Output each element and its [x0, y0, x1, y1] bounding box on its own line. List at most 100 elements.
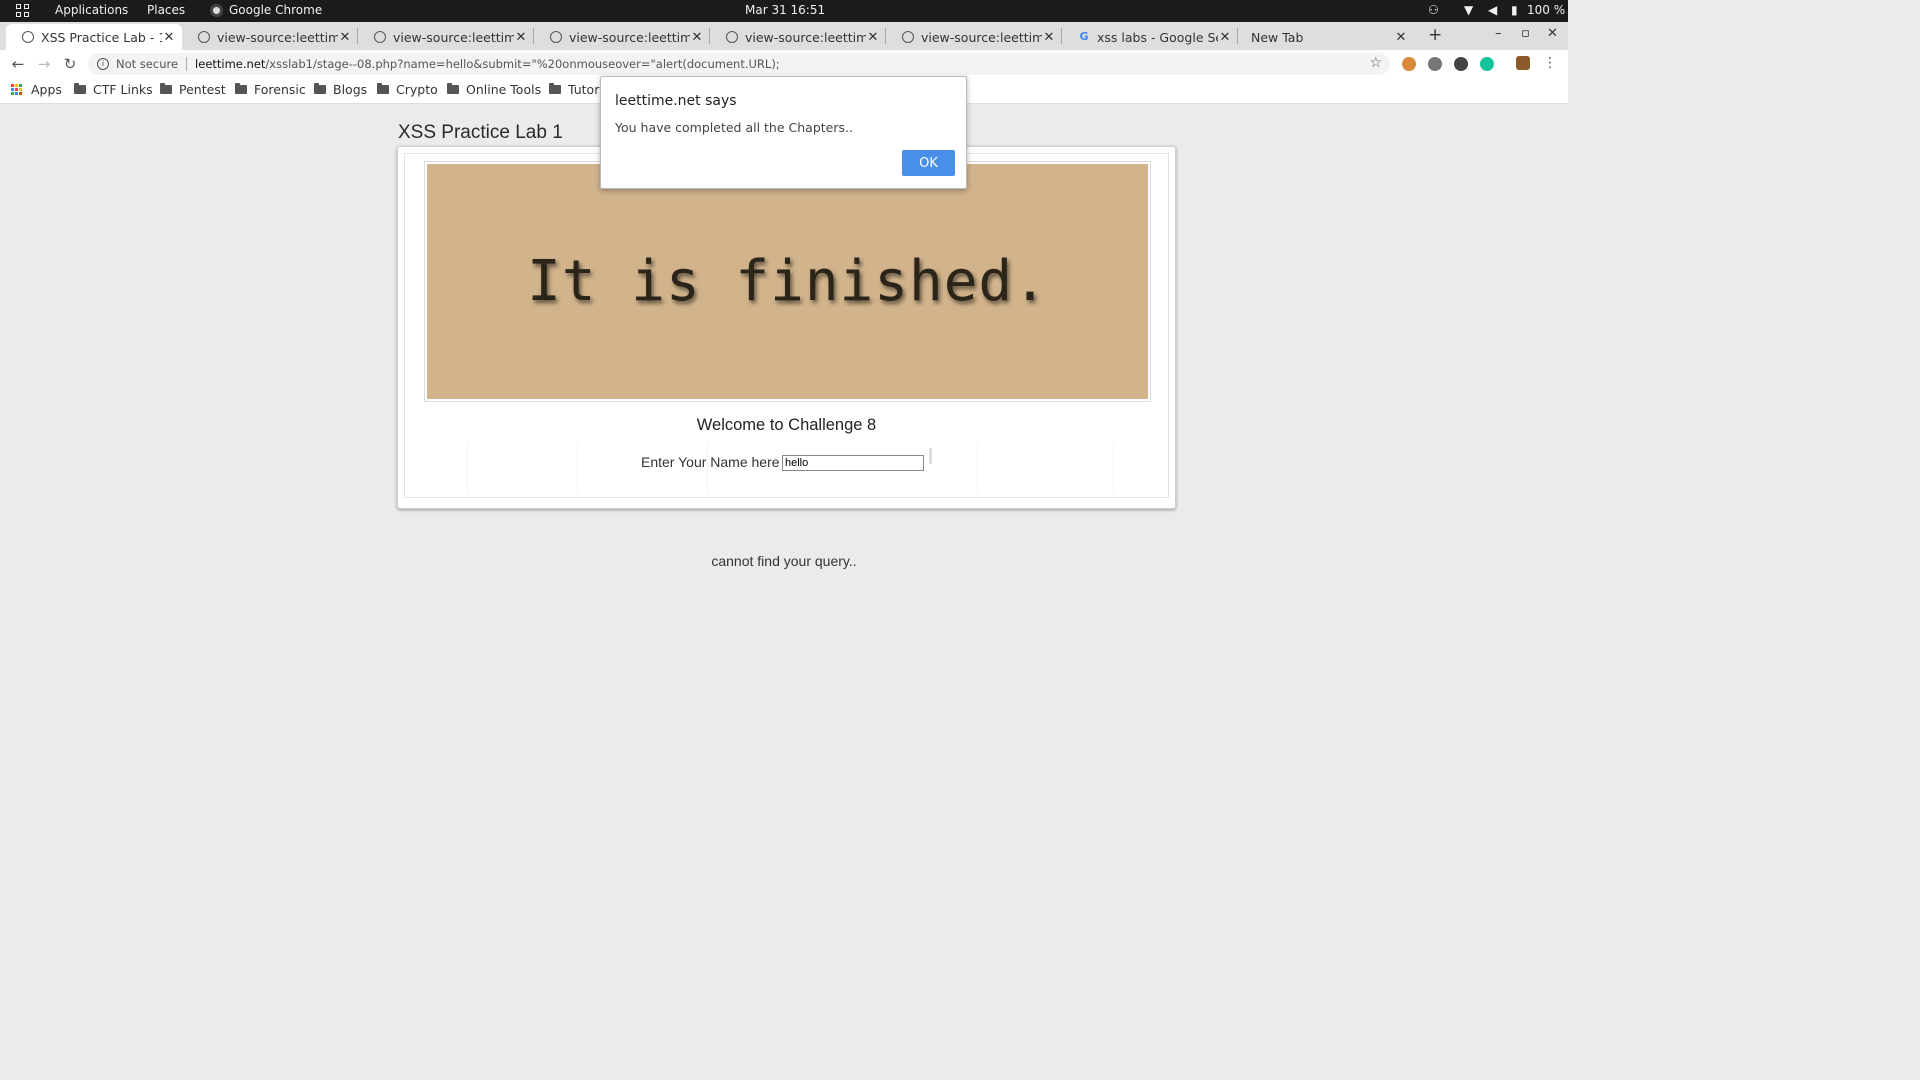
folder-icon: [314, 83, 326, 94]
system-top-bar: Applications Places Google Chrome Mar 31…: [0, 0, 1568, 22]
bookmark-tutorials[interactable]: Tutori: [549, 82, 603, 97]
bookmark-label: Crypto: [396, 82, 438, 97]
globe-icon: [550, 31, 562, 43]
folder-icon: [160, 83, 172, 94]
tab-xss-practice-lab[interactable]: XSS Practice Lab - 1 ✕: [6, 24, 182, 50]
tab-title: view-source:leettime.n: [217, 29, 338, 45]
bookmark-label: Pentest: [179, 82, 226, 97]
folder-icon: [447, 83, 459, 94]
places-menu[interactable]: Places: [147, 3, 185, 17]
bookmark-apps[interactable]: Apps: [11, 82, 62, 97]
wifi-icon[interactable]: ▼: [1464, 3, 1473, 17]
tab-view-source[interactable]: view-source:leettime.n ✕: [710, 24, 886, 50]
name-label: Enter Your Name here :: [641, 454, 788, 470]
close-icon[interactable]: ✕: [1042, 30, 1056, 45]
alert-dialog: leettime.net says You have completed all…: [600, 76, 967, 189]
bookmark-label: Blogs: [333, 82, 368, 97]
google-icon: G: [1079, 30, 1089, 43]
apps-grid-icon: [11, 83, 23, 96]
back-arrow-icon[interactable]: ←: [9, 55, 27, 73]
bookmark-blogs[interactable]: Blogs: [314, 82, 367, 97]
tab-title: view-source:leettime.n: [921, 29, 1042, 45]
close-icon[interactable]: ✕: [1394, 30, 1408, 45]
chrome-icon: [210, 4, 223, 17]
globe-icon: [198, 31, 210, 43]
new-tab-plus-icon[interactable]: +: [1428, 25, 1442, 45]
tab-view-source[interactable]: view-source:leettime.n ✕: [358, 24, 534, 50]
tab-google-search[interactable]: G xss labs - Google Sear ✕: [1062, 24, 1238, 50]
finished-banner: It is finished.: [424, 161, 1151, 402]
bookmark-ctf-links[interactable]: CTF Links: [74, 82, 153, 97]
close-icon[interactable]: ✕: [1218, 30, 1232, 45]
url-path: /xsslab1/stage--08.php?name=hello&submit…: [265, 57, 780, 71]
challenge-card: It is finished. Welcome to Challenge 8 E…: [397, 146, 1176, 509]
extension-icon[interactable]: [1454, 57, 1468, 71]
globe-icon: [726, 31, 738, 43]
query-result-message: cannot find your query..: [711, 553, 857, 569]
activities-grid-icon[interactable]: [16, 4, 31, 18]
bookmark-online-tools[interactable]: Online Tools: [447, 82, 541, 97]
battery-percent[interactable]: 100 %: [1527, 3, 1565, 17]
tab-view-source[interactable]: view-source:leettime.n ✕: [886, 24, 1062, 50]
tab-title: view-source:leettime.n: [569, 29, 690, 45]
close-icon[interactable]: ✕: [338, 30, 352, 45]
users-icon[interactable]: ⚇: [1428, 3, 1439, 17]
globe-icon: [374, 31, 386, 43]
card-inner: It is finished. Welcome to Challenge 8 E…: [404, 153, 1169, 498]
window-close-icon[interactable]: ✕: [1547, 26, 1558, 41]
name-input[interactable]: [782, 455, 924, 471]
profile-avatar[interactable]: [1516, 56, 1530, 70]
tab-title: view-source:leettime.n: [393, 29, 514, 45]
close-icon[interactable]: ✕: [866, 30, 880, 45]
bookmark-label: Apps: [31, 82, 62, 97]
minimize-icon[interactable]: –: [1495, 26, 1502, 41]
tab-view-source[interactable]: view-source:leettime.n ✕: [182, 24, 358, 50]
page-title: XSS Practice Lab 1: [398, 122, 563, 143]
url-text[interactable]: leettime.net/xsslab1/stage--08.php?name=…: [195, 57, 780, 71]
bookmark-label: Online Tools: [466, 82, 542, 97]
tab-title: view-source:leettime.n: [745, 29, 866, 45]
bookmark-crypto[interactable]: Crypto: [377, 82, 438, 97]
tab-title: xss labs - Google Sear: [1097, 29, 1218, 45]
close-icon[interactable]: ✕: [690, 30, 704, 45]
extension-icon[interactable]: [1402, 57, 1416, 71]
globe-icon: [22, 31, 34, 43]
bookmark-star-icon[interactable]: ☆: [1369, 55, 1382, 71]
battery-icon[interactable]: ▮: [1511, 3, 1518, 17]
menu-dots-icon[interactable]: ⋮: [1541, 55, 1559, 71]
bookmark-label: Forensic: [254, 82, 306, 97]
reload-icon[interactable]: ↻: [61, 55, 79, 73]
globe-icon: [902, 31, 914, 43]
dialog-message: You have completed all the Chapters..: [615, 120, 853, 135]
bookmark-label: CTF Links: [93, 82, 153, 97]
info-icon[interactable]: i: [97, 58, 109, 70]
ok-button[interactable]: OK: [902, 150, 955, 176]
folder-icon: [377, 83, 389, 94]
applications-menu[interactable]: Applications: [55, 3, 128, 17]
tab-strip: XSS Practice Lab - 1 ✕ view-source:leett…: [0, 22, 1568, 50]
app-menu-chrome[interactable]: Google Chrome: [229, 3, 322, 17]
extension-icon[interactable]: [1428, 57, 1442, 71]
clock[interactable]: Mar 31 16:51: [745, 3, 825, 17]
folder-icon: [235, 83, 247, 94]
bookmark-label: Tutori: [568, 82, 603, 97]
volume-icon[interactable]: ◀: [1488, 3, 1497, 17]
url-host: leettime.net: [195, 57, 266, 71]
grammarly-icon[interactable]: [1480, 57, 1494, 71]
security-label[interactable]: Not secure: [116, 57, 178, 71]
address-bar[interactable]: i Not secure leettime.net/xsslab1/stage-…: [88, 53, 1390, 75]
tab-view-source[interactable]: view-source:leettime.n ✕: [534, 24, 710, 50]
bookmark-forensic[interactable]: Forensic: [235, 82, 306, 97]
page-content: XSS Practice Lab 1 It is finished. Welco…: [0, 105, 1568, 882]
tab-title: New Tab: [1251, 29, 1304, 45]
forward-arrow-icon[interactable]: →: [35, 55, 53, 73]
maximize-icon[interactable]: ▫: [1521, 26, 1530, 41]
bookmark-pentest[interactable]: Pentest: [160, 82, 226, 97]
close-icon[interactable]: ✕: [514, 30, 528, 45]
close-icon[interactable]: ✕: [162, 30, 176, 45]
submit-button[interactable]: [929, 448, 932, 464]
tab-new-tab[interactable]: New Tab ✕: [1238, 24, 1414, 50]
challenge-heading: Welcome to Challenge 8: [696, 416, 877, 434]
folder-icon: [549, 83, 561, 94]
folder-icon: [74, 83, 86, 94]
